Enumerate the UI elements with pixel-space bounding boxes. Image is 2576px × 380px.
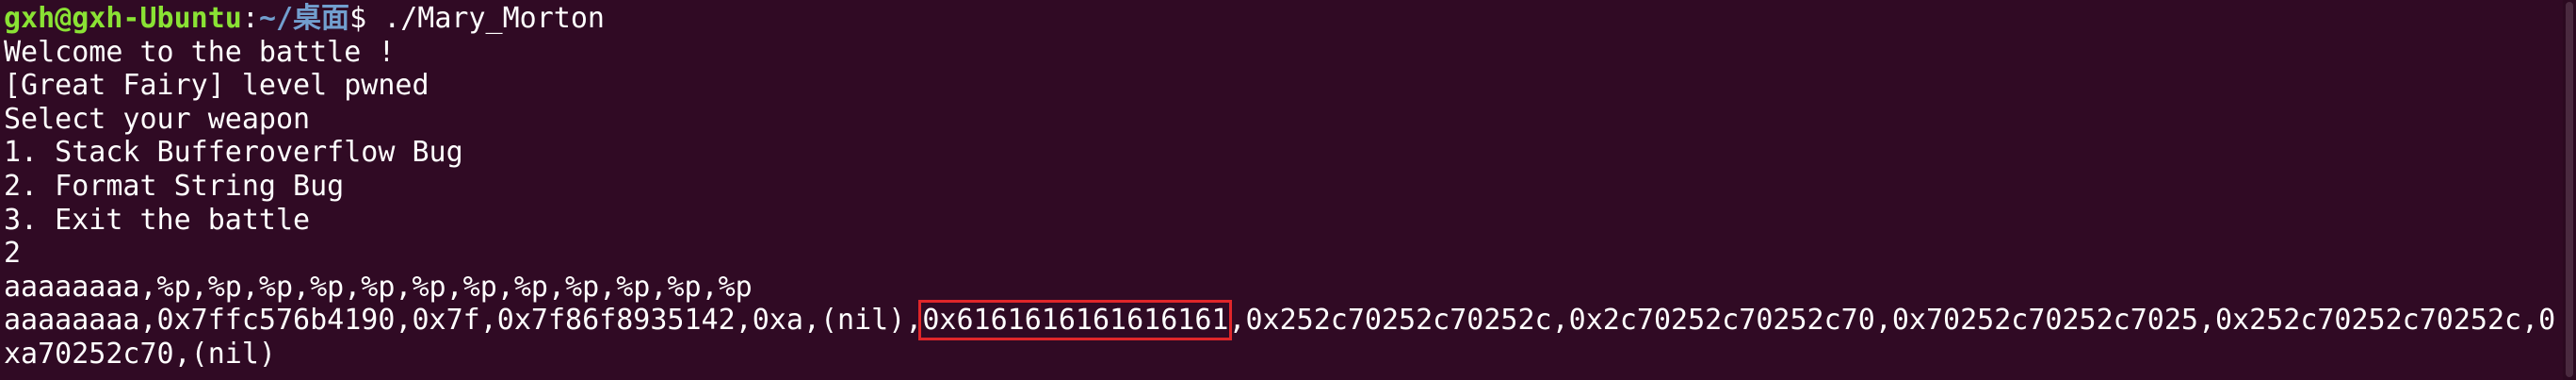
leaked-values-line: aaaaaaaa,0x7ffc576b4190,0x7f,0x7f86f8935…: [4, 300, 2576, 341]
scrollbar-thumb[interactable]: [2566, 2, 2573, 377]
scrollbar[interactable]: [2563, 0, 2576, 380]
prompt-symbol: $: [349, 2, 384, 35]
output-line: Select your weapon: [4, 102, 311, 136]
terminal-window[interactable]: gxh@gxh-Ubuntu:~/桌面$ ./Mary_Morton Welco…: [0, 0, 2576, 380]
prompt-separator: :: [241, 2, 259, 35]
prompt-line: gxh@gxh-Ubuntu:~/桌面$ ./Mary_Morton: [4, 2, 2576, 36]
leak-before: aaaaaaaa,0x7ffc576b4190,0x7f,0x7f86f8935…: [4, 304, 923, 338]
command-text: ./Mary_Morton: [383, 2, 605, 35]
prompt-user-host: gxh@gxh-Ubuntu: [4, 2, 242, 35]
leak-after: ,0x252c70252c70252c,0x2c70252c70252c70,0…: [1228, 304, 2556, 338]
output-line: Welcome to the battle !: [4, 35, 396, 69]
prompt-path: ~/桌面: [258, 2, 350, 35]
output-line: [Great Fairy] level pwned: [4, 69, 429, 103]
output-line: 3. Exit the battle: [4, 203, 311, 237]
user-input-line: 2: [4, 237, 22, 271]
output-line: 2. Format String Bug: [4, 169, 345, 203]
wrapped-output-line: xa70252c70,(nil): [4, 337, 276, 371]
highlighted-offset-value: 0x6161616161616161: [918, 300, 1233, 341]
format-string-input-line: aaaaaaaa,%p,%p,%p,%p,%p,%p,%p,%p,%p,%p,%…: [4, 270, 753, 304]
output-line: 1. Stack Bufferoverflow Bug: [4, 136, 463, 170]
